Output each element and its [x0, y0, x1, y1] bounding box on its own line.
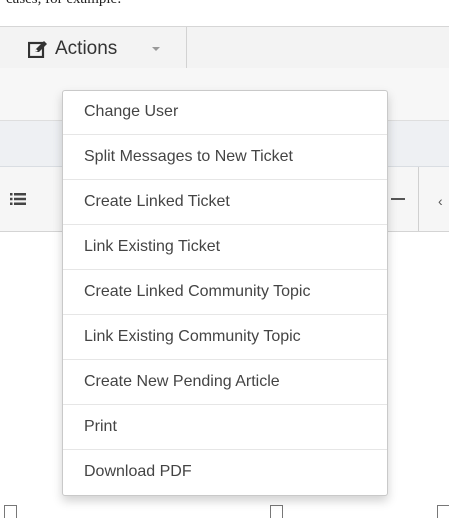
menu-item-label: Link Existing Ticket: [84, 238, 221, 255]
top-clipped-text: cases, for example:: [6, 0, 121, 8]
row-checkbox[interactable]: [437, 505, 449, 518]
menu-item-link-existing-community-topic[interactable]: Link Existing Community Topic: [63, 316, 387, 360]
menu-item-print[interactable]: Print: [63, 406, 387, 450]
edit-icon: [28, 41, 47, 58]
menu-item-change-user[interactable]: Change User: [63, 91, 387, 135]
toolbar-divider: [186, 27, 187, 69]
menu-item-label: Split Messages to New Ticket: [84, 148, 293, 165]
actions-button[interactable]: Actions: [0, 27, 186, 69]
arrow-left-icon[interactable]: ‹: [438, 193, 443, 209]
menu-item-label: Create Linked Community Topic: [84, 283, 311, 300]
menu-item-label: Link Existing Community Topic: [84, 328, 301, 345]
menu-item-create-linked-community-topic[interactable]: Create Linked Community Topic: [63, 271, 387, 315]
list-icon[interactable]: [10, 193, 26, 205]
menu-item-label: Print: [84, 418, 117, 435]
caret-down-icon: [152, 47, 160, 51]
ticket-toolbar: Actions: [0, 26, 449, 70]
menu-item-create-pending-article[interactable]: Create New Pending Article: [63, 361, 387, 405]
menu-item-label: Create Linked Ticket: [84, 193, 230, 210]
row-checkbox[interactable]: [4, 505, 17, 518]
actions-dropdown-menu: Change User Split Messages to New Ticket…: [62, 90, 388, 496]
menu-item-link-existing-ticket[interactable]: Link Existing Ticket: [63, 226, 387, 270]
menu-item-split-messages[interactable]: Split Messages to New Ticket: [63, 136, 387, 180]
menu-item-label: Download PDF: [84, 463, 192, 480]
editor-toolbar-divider: [418, 167, 419, 231]
actions-label: Actions: [55, 38, 118, 59]
menu-item-download-pdf[interactable]: Download PDF: [63, 451, 387, 495]
minus-icon[interactable]: [391, 198, 405, 200]
menu-item-create-linked-ticket[interactable]: Create Linked Ticket: [63, 181, 387, 225]
menu-item-label: Change User: [84, 103, 179, 120]
row-checkbox[interactable]: [270, 505, 283, 518]
menu-item-label: Create New Pending Article: [84, 373, 280, 390]
